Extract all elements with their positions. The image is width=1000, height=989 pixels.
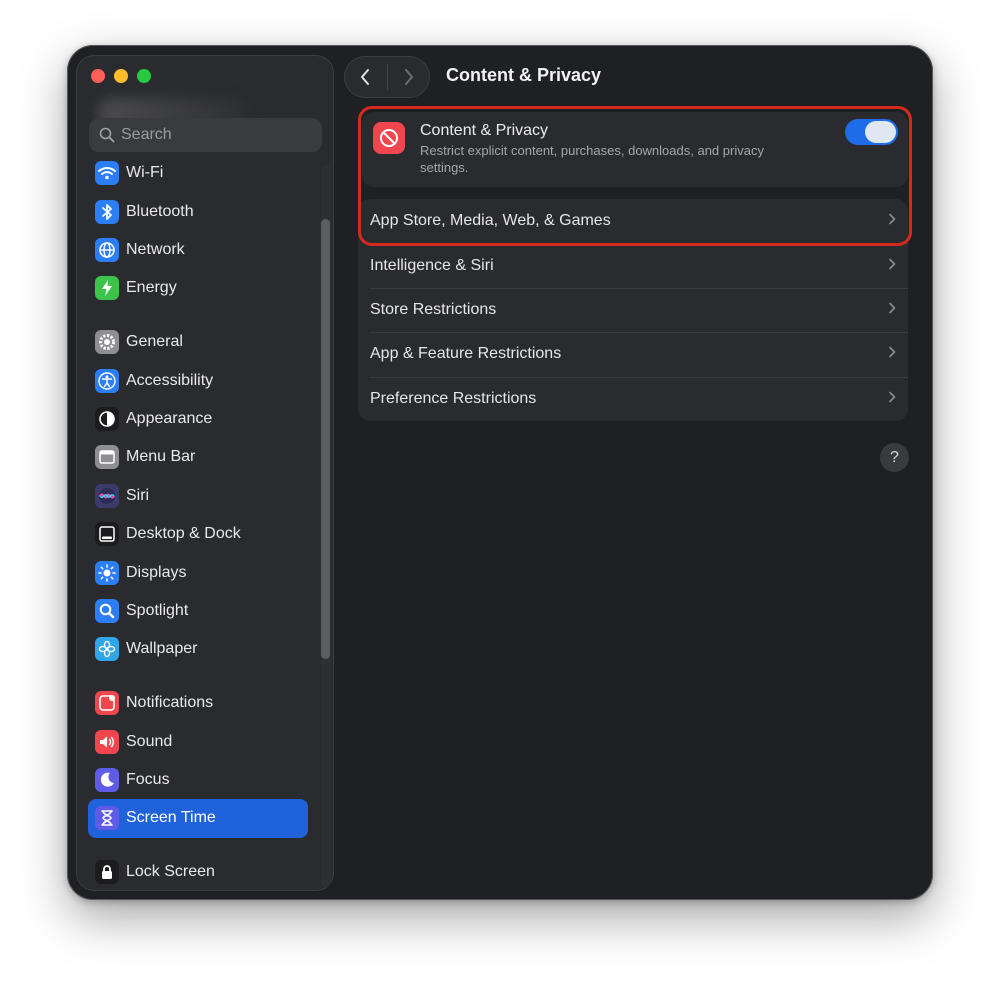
- list-row-label: Preference Restrictions: [370, 389, 537, 407]
- chevron-right-icon: [888, 390, 896, 408]
- page-title: Content & Privacy: [446, 65, 602, 85]
- search-input[interactable]: [121, 126, 311, 144]
- sidebar-item-label: Notifications: [126, 694, 214, 712]
- sidebar-item-focus[interactable]: Focus: [88, 761, 308, 799]
- toggle-knob: [865, 121, 896, 143]
- list-row-label: App & Feature Restrictions: [370, 345, 562, 363]
- gear-icon: [95, 330, 119, 355]
- speaker-icon: [95, 729, 119, 754]
- list-row-label: Store Restrictions: [370, 300, 497, 318]
- sidebar-item-energy[interactable]: Energy: [88, 269, 308, 307]
- minimize-window-button[interactable]: [114, 69, 128, 83]
- content-privacy-card: Content & Privacy Restrict explicit cont…: [362, 112, 908, 187]
- history-navigation: [344, 56, 430, 98]
- lock-icon: [95, 860, 119, 885]
- sidebar-item-lock-screen[interactable]: Lock Screen: [88, 853, 308, 891]
- sidebar-item-label: Siri: [126, 486, 150, 504]
- sidebar-item-menu-bar[interactable]: Menu Bar: [88, 438, 308, 476]
- hourglass-icon: [95, 806, 119, 831]
- sidebar-item-label: Lock Screen: [126, 863, 215, 881]
- chevron-right-icon: [888, 257, 896, 275]
- sidebar-item-label: Network: [126, 240, 185, 258]
- appearance-icon: [95, 407, 119, 432]
- window-controls: [91, 69, 151, 83]
- sidebar-item-bluetooth[interactable]: Bluetooth: [88, 192, 308, 230]
- sidebar-item-siri[interactable]: Siri: [88, 477, 308, 515]
- dock-icon: [95, 522, 119, 547]
- sidebar-item-label: Desktop & Dock: [126, 525, 241, 543]
- sidebar-item-general[interactable]: General: [88, 323, 308, 361]
- chevron-left-icon: [361, 69, 370, 85]
- sidebar-item-desktop-dock[interactable]: Desktop & Dock: [88, 515, 308, 553]
- wifi-icon: [95, 161, 119, 186]
- sidebar-item-label: Accessibility: [126, 371, 214, 389]
- content-privacy-toggle[interactable]: [845, 119, 898, 145]
- sidebar-list: Wi-Fi Bluetooth Network Energy General Access…: [88, 154, 308, 891]
- content-privacy-description: Restrict explicit content, purchases, do…: [420, 143, 764, 175]
- sidebar-item-label: Screen Time: [126, 809, 216, 827]
- sidebar-item-label: Sound: [126, 732, 173, 750]
- forward-button[interactable]: [387, 56, 430, 98]
- sidebar-scrollbar-thumb[interactable]: [321, 219, 330, 659]
- sidebar-item-label: Focus: [126, 771, 170, 789]
- back-button[interactable]: [344, 56, 387, 98]
- restrictions-list: App Store, Media, Web, & Games Intelligen…: [358, 199, 908, 421]
- search-field[interactable]: [89, 118, 322, 152]
- chevron-right-icon: [888, 301, 896, 319]
- search-icon: [99, 127, 115, 143]
- sidebar-item-label: Menu Bar: [126, 448, 196, 466]
- menubar-icon: [95, 445, 119, 470]
- bluetooth-icon: [95, 199, 119, 224]
- sidebar-item-label: Appearance: [126, 410, 213, 428]
- sidebar-item-label: Bluetooth: [126, 202, 194, 220]
- sidebar-item-label: Spotlight: [126, 601, 189, 619]
- sidebar-item-label: Wi-Fi: [126, 164, 164, 182]
- help-button[interactable]: ?: [880, 443, 909, 472]
- list-row-preference-restrictions[interactable]: Preference Restrictions: [358, 376, 908, 421]
- list-row-app-feature-restrictions[interactable]: App & Feature Restrictions: [358, 332, 908, 376]
- sidebar-item-label: General: [126, 333, 183, 351]
- accessibility-icon: [95, 368, 119, 393]
- sidebar-item-spotlight[interactable]: Spotlight: [88, 592, 308, 630]
- list-row-store-restrictions[interactable]: Store Restrictions: [358, 287, 908, 332]
- sidebar-item-label: Wallpaper: [126, 640, 198, 658]
- zoom-window-button[interactable]: [137, 69, 151, 83]
- sidebar-item-notifications[interactable]: Notifications: [88, 684, 308, 722]
- sidebar-item-network[interactable]: Network: [88, 231, 308, 269]
- sidebar-item-appearance[interactable]: Appearance: [88, 400, 308, 438]
- chevron-right-icon: [404, 69, 413, 85]
- list-row-app-store-media-web-games[interactable]: App Store, Media, Web, & Games: [358, 199, 908, 243]
- battery-icon: [95, 276, 119, 301]
- chevron-right-icon: [888, 212, 896, 230]
- close-window-button[interactable]: [91, 69, 105, 83]
- moon-icon: [95, 768, 119, 793]
- restricted-icon: [373, 122, 405, 154]
- sidebar-item-wi-fi[interactable]: Wi-Fi: [88, 154, 308, 192]
- sidebar-item-accessibility[interactable]: Accessibility: [88, 361, 308, 399]
- list-row-intelligence-siri[interactable]: Intelligence & Siri: [358, 243, 908, 287]
- list-row-label: App Store, Media, Web, & Games: [370, 212, 611, 230]
- sidebar-item-label: Energy: [126, 279, 177, 297]
- sidebar: Wi-Fi Bluetooth Network Energy General Access…: [76, 55, 334, 891]
- list-row-label: Intelligence & Siri: [370, 256, 494, 274]
- bell-icon: [95, 691, 119, 716]
- sidebar-item-label: Displays: [126, 563, 187, 581]
- sidebar-item-displays[interactable]: Displays: [88, 553, 308, 591]
- siri-icon: [95, 483, 119, 508]
- settings-window: Wi-Fi Bluetooth Network Energy General Access…: [67, 45, 933, 900]
- sun-icon: [95, 560, 119, 585]
- sidebar-item-wallpaper[interactable]: Wallpaper: [88, 630, 308, 668]
- globe-icon: [95, 237, 119, 262]
- content-privacy-title: Content & Privacy: [420, 122, 549, 139]
- sidebar-item-screen-time[interactable]: Screen Time: [88, 799, 308, 838]
- chevron-right-icon: [888, 345, 896, 363]
- sidebar-item-sound[interactable]: Sound: [88, 722, 308, 760]
- flower-icon: [95, 637, 119, 662]
- magnifier-icon: [95, 598, 119, 623]
